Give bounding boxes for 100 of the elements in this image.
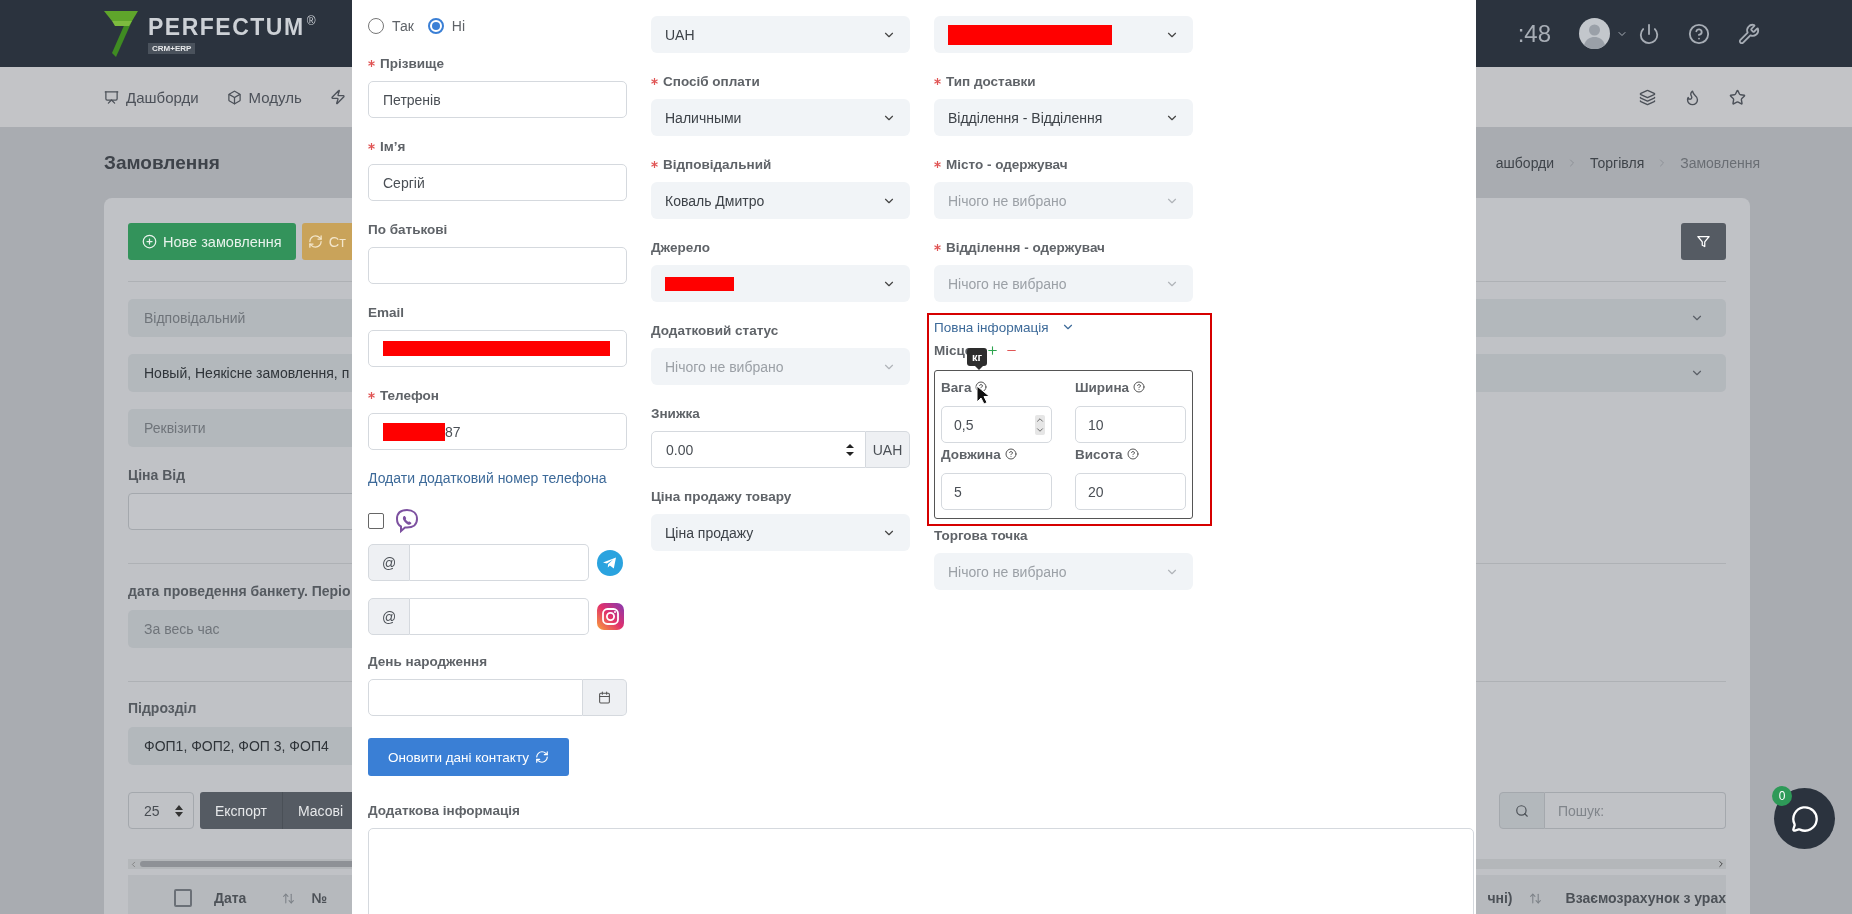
checkbox[interactable]: [368, 513, 384, 529]
select-all-checkbox[interactable]: [174, 889, 192, 907]
field-label: По батькові: [368, 222, 448, 237]
field-label: Довжина: [941, 446, 1001, 462]
refresh-icon: [534, 750, 549, 764]
logo-text: PERFECTUM: [148, 13, 305, 41]
handle-field[interactable]: [410, 544, 589, 581]
count-badge: 0: [1772, 786, 1792, 806]
at-addon: @: [368, 544, 410, 581]
field-label: Відповідальний: [651, 157, 772, 172]
select-field[interactable]: [934, 16, 1193, 53]
select-field[interactable]: [651, 265, 910, 302]
number-field[interactable]: 0,5: [941, 406, 1052, 443]
page-title: Замовлення: [104, 151, 220, 174]
updown-icon: [175, 804, 183, 817]
date-field[interactable]: [368, 679, 583, 716]
field-label: Ціна продажу товару: [651, 489, 792, 504]
column-header[interactable]: Взаємозрахунок з урах: [1565, 890, 1726, 906]
number-field[interactable]: 5: [941, 473, 1052, 510]
field-label: Тип доставки: [934, 74, 1036, 89]
filter-label: дата проведення банкету. Періо: [128, 582, 351, 601]
refresh-contact-button[interactable]: Оновити дані контакту: [368, 738, 569, 776]
breadcrumb-link[interactable]: ашборди: [1495, 154, 1555, 171]
add-icon[interactable]: [986, 343, 1000, 357]
radio-label: Так: [392, 18, 414, 34]
field-label: Додатковий статус: [651, 323, 779, 338]
at-addon: @: [368, 598, 410, 635]
text-field[interactable]: [368, 247, 627, 284]
select-field[interactable]: Відділення - Відділення: [934, 99, 1193, 136]
calendar-icon: [598, 691, 611, 704]
field-label: День народження: [368, 654, 488, 669]
field-label: Знижка: [651, 406, 700, 421]
field-value: 87: [445, 423, 461, 440]
breadcrumb-link[interactable]: Торгівля: [1590, 154, 1645, 171]
export-button[interactable]: Експорт: [200, 792, 283, 829]
help-icon[interactable]: [1688, 22, 1710, 45]
layers-icon[interactable]: [1639, 88, 1656, 106]
cube-icon: [226, 89, 242, 105]
nav-item[interactable]: Модуль: [226, 88, 302, 106]
select-field[interactable]: Коваль Дмитро: [651, 182, 910, 219]
cursor-icon: [976, 385, 990, 405]
bolt-icon[interactable]: [329, 89, 346, 105]
help-icon[interactable]: [975, 381, 988, 393]
field-label: Відділення - одержувач: [934, 240, 1105, 255]
chat-icon: [1790, 804, 1819, 833]
nav-item[interactable]: Дашборди: [104, 88, 199, 106]
filter-button[interactable]: [1681, 223, 1726, 260]
page-size-select[interactable]: 25: [128, 792, 194, 829]
board-icon: [104, 89, 119, 105]
new-order-button[interactable]: Нове замовлення: [128, 223, 296, 260]
field-label: Джерело: [651, 240, 710, 255]
handle-field[interactable]: [410, 598, 589, 635]
select-field[interactable]: Наличными: [651, 99, 910, 136]
number-field[interactable]: 0.00: [651, 431, 866, 468]
field-label: Телефон: [368, 388, 440, 403]
star-icon[interactable]: [1729, 88, 1746, 106]
camera-icon[interactable]: [597, 603, 624, 630]
flame-icon[interactable]: [1684, 88, 1701, 106]
radio-label: Ні: [451, 18, 466, 34]
clock: :48: [1517, 19, 1551, 48]
text-field[interactable]: 87: [368, 413, 627, 450]
wrench-icon[interactable]: [1738, 22, 1760, 45]
field-label: Ім’я: [368, 139, 406, 154]
redaction-mark: [383, 422, 445, 441]
field-label: Місто - одержувач: [934, 157, 1068, 172]
column-header[interactable]: Дата: [214, 890, 247, 906]
text-field[interactable]: Сергій: [368, 164, 627, 201]
text-field[interactable]: Петренів: [368, 81, 627, 118]
text-field[interactable]: [368, 330, 627, 367]
calendar-button[interactable]: [583, 679, 627, 716]
registered-mark: ®: [306, 13, 316, 28]
field-label: Висота: [1075, 446, 1123, 462]
phone-bubble-icon[interactable]: [394, 508, 420, 534]
field-label: Додаткова інформація: [368, 802, 521, 820]
logo-tagline: CRM+ERP: [148, 42, 196, 54]
redaction-mark: [665, 276, 734, 291]
number-field[interactable]: 10: [1075, 406, 1186, 443]
select-field[interactable]: Ціна продажу: [651, 514, 910, 551]
column-header[interactable]: чні): [1487, 890, 1513, 906]
plus-circle-icon: [142, 234, 157, 249]
add-phone-link[interactable]: Додати додатковий номер телефона: [368, 469, 627, 488]
paper-plane-icon[interactable]: [597, 549, 623, 576]
power-icon[interactable]: [1638, 22, 1660, 45]
field-label: Торгова точка: [934, 528, 1028, 543]
select-field[interactable]: UAH: [651, 16, 910, 53]
radio-button[interactable]: [427, 18, 444, 34]
search-icon: [1515, 803, 1529, 818]
field-label: Вага: [941, 379, 972, 395]
field-label: Email: [368, 305, 405, 320]
filter-label: Ціна Від: [128, 466, 186, 485]
spinner-icon[interactable]: [845, 441, 855, 458]
column-header[interactable]: №: [311, 890, 327, 906]
avatar[interactable]: [1579, 18, 1610, 49]
chat-button[interactable]: 0: [1774, 788, 1835, 849]
scroll-right-icon[interactable]: [1716, 859, 1726, 869]
field-label: Ширина: [1075, 379, 1130, 395]
currency-addon: UAH: [866, 431, 910, 468]
number-field[interactable]: 20: [1075, 473, 1186, 510]
full-info-toggle[interactable]: Повна інформація: [934, 317, 1193, 337]
field-label: Спосіб оплати: [651, 74, 760, 89]
